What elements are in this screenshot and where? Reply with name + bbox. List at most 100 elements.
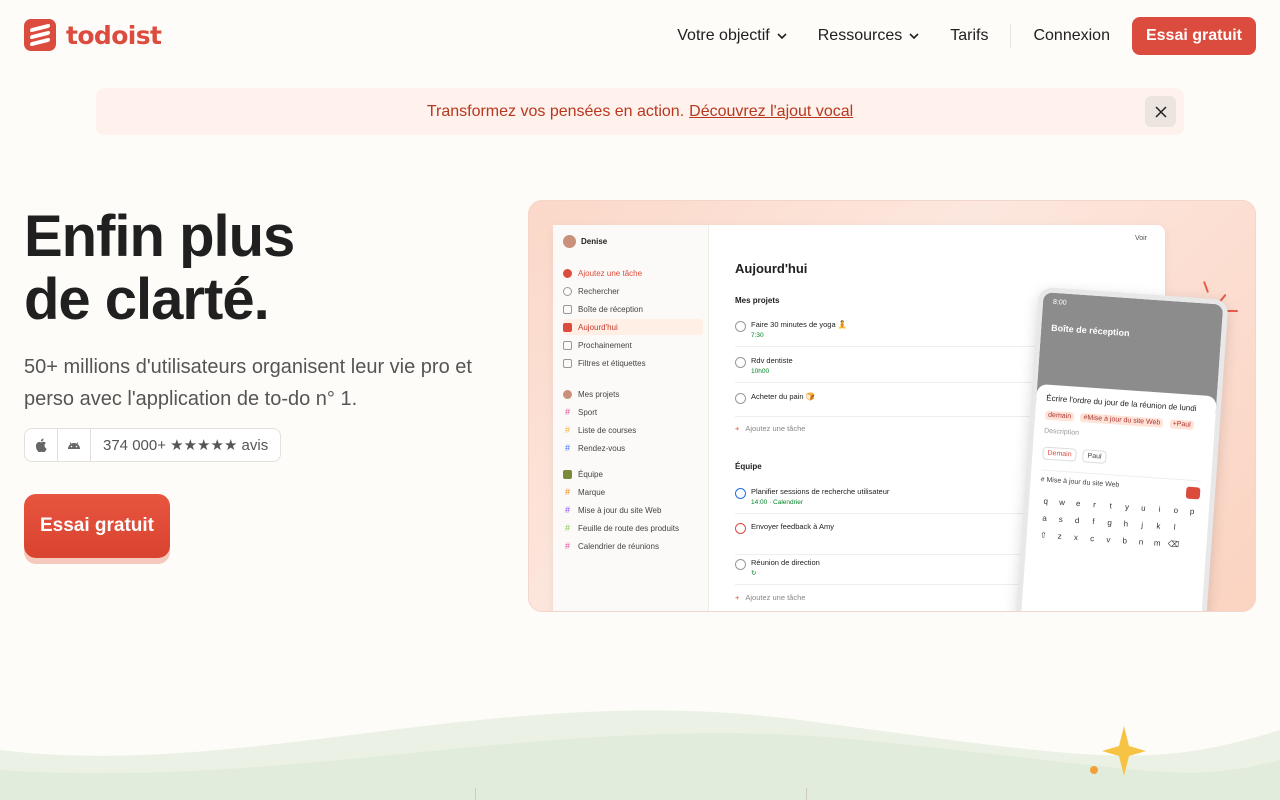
- banner-close-button[interactable]: [1145, 96, 1176, 127]
- sidebar-item-label: Marque: [578, 487, 606, 497]
- green-wave-decoration: [0, 710, 1280, 800]
- sidebar-item-label: Sport: [578, 407, 598, 417]
- key: q: [1043, 496, 1049, 506]
- sidebar-item-label: Calendrier de réunions: [578, 541, 659, 551]
- sidebar-project: # Sport: [563, 404, 703, 420]
- task-checkbox-icon: [735, 488, 746, 499]
- inbox-icon: [563, 304, 572, 314]
- nav-ressources[interactable]: Ressources: [818, 27, 920, 45]
- key: z: [1057, 531, 1062, 541]
- nav-votre-objectif[interactable]: Votre objectif: [677, 27, 788, 45]
- main-nav: Votre objectif Ressources Tarifs Connexi…: [677, 17, 1256, 55]
- todoist-logo-icon: [24, 19, 56, 51]
- sidebar-item-inbox: Boîte de réception: [563, 301, 703, 317]
- android-store-link[interactable]: [58, 429, 91, 461]
- send-icon: [1185, 486, 1201, 500]
- sidebar-item-label: Ajoutez une tâche: [578, 268, 643, 278]
- key: c: [1089, 533, 1095, 544]
- banner-link[interactable]: Découvrez l'ajout vocal: [689, 103, 853, 121]
- plus-icon: +: [735, 593, 740, 602]
- task-checkbox-icon: [735, 321, 746, 332]
- key: p: [1189, 506, 1195, 517]
- hero-title-line1: Enfin plus: [24, 204, 295, 269]
- key: g: [1107, 518, 1113, 528]
- key: t: [1109, 501, 1113, 511]
- hash-icon: #: [564, 541, 570, 551]
- quick-add-card: Écrire l'ordre du jour de la réunion de …: [1019, 383, 1217, 611]
- add-task-link: + Ajoutez une tâche: [735, 424, 805, 433]
- quick-add-chips: Demain Paul: [1042, 446, 1203, 470]
- hero-title: Enfin plus de clarté.: [24, 204, 295, 332]
- team-icon: [563, 469, 572, 479]
- view-button: Voir: [1134, 235, 1147, 242]
- phone-time: 8:00: [1052, 298, 1067, 307]
- key: a: [1042, 513, 1048, 523]
- sidebar-project: # Rendez-vous: [563, 440, 703, 456]
- mobile-app-preview: 8:00 Boîte de réception Écrire l'ordre d…: [1015, 286, 1229, 611]
- sidebar-item-label: Prochainement: [578, 340, 632, 350]
- quick-add-tag: #Mise à jour du site Web: [1080, 413, 1164, 428]
- hash-icon: #: [564, 523, 570, 533]
- sparkle-decoration: [1226, 310, 1238, 312]
- sidebar-item-label: Liste de courses: [578, 425, 637, 435]
- hero-title-line2: de clarté.: [24, 267, 270, 332]
- close-icon: [1154, 105, 1167, 118]
- sidebar-item-add-task: Ajoutez une tâche: [563, 265, 703, 281]
- app-ratings: 374 000+ ★★★★★ avis: [24, 428, 282, 462]
- chevron-down-icon: [777, 33, 787, 40]
- key: y: [1124, 502, 1130, 512]
- header-trial-button[interactable]: Essai gratuit: [1131, 17, 1256, 55]
- phone-keyboard: q w e r t y u i o p a s d f g h j k l ⇧: [1036, 494, 1199, 553]
- section-header: Équipe: [735, 462, 762, 471]
- nav-divider: [1010, 24, 1012, 48]
- plus-icon: [563, 268, 572, 278]
- task-checkbox-icon: [735, 393, 746, 404]
- login-link[interactable]: Connexion: [1033, 27, 1110, 45]
- add-task-label: Ajoutez une tâche: [745, 424, 806, 433]
- sidebar-item-label: Filtres et étiquettes: [578, 358, 646, 368]
- site-header: todoist Votre objectif Ressources Tarifs…: [0, 0, 1280, 72]
- task-checkbox-icon: [735, 523, 746, 534]
- key: d: [1074, 515, 1080, 526]
- task-checkbox-icon: [735, 357, 746, 368]
- sidebar-item-label: Équipe: [578, 469, 603, 479]
- filters-icon: [563, 358, 572, 368]
- key: s: [1058, 514, 1064, 525]
- projects-avatar-icon: [563, 389, 572, 399]
- key: v: [1106, 535, 1111, 545]
- sidebar-project: # Feuille de route des produits: [563, 520, 703, 536]
- key: x: [1073, 532, 1079, 543]
- sidebar-project: # Calendrier de réunions: [563, 538, 703, 554]
- sidebar-project: # Mise à jour du site Web: [563, 502, 703, 518]
- calendar-icon: [563, 340, 572, 350]
- quote-divider: [806, 788, 807, 800]
- section-header: Mes projets: [735, 296, 780, 305]
- key: r: [1092, 500, 1097, 510]
- quote-divider: [475, 788, 476, 800]
- hero-trial-button[interactable]: Essai gratuit: [24, 494, 170, 558]
- task-checkbox-icon: [735, 559, 746, 570]
- calendar-today-icon: [563, 322, 572, 332]
- android-icon: [68, 442, 80, 449]
- sidebar-item-today: Aujourd'hui: [563, 319, 703, 335]
- add-task-label: Ajoutez une tâche: [745, 593, 806, 602]
- nav-label: Ressources: [817, 27, 903, 44]
- sidebar-item-filters: Filtres et étiquettes: [563, 355, 703, 371]
- hash-icon: #: [564, 425, 570, 435]
- logo[interactable]: todoist: [24, 19, 162, 51]
- sparkle-decoration: [1203, 281, 1209, 293]
- nav-tarifs[interactable]: Tarifs: [950, 27, 988, 45]
- key: j: [1140, 520, 1144, 530]
- key: e: [1075, 498, 1081, 509]
- quick-add-tag: +Paul: [1169, 419, 1195, 430]
- key: o: [1173, 505, 1179, 516]
- sidebar-item-label: Rendez-vous: [578, 443, 626, 453]
- key: ⌫: [1167, 539, 1180, 550]
- sidebar-team-header: Équipe: [563, 466, 703, 482]
- apple-store-link[interactable]: [25, 429, 58, 461]
- sidebar-item-label: Mise à jour du site Web: [578, 505, 662, 515]
- key: [1184, 522, 1198, 537]
- view-title: Aujourd'hui: [735, 261, 808, 276]
- quick-add-tag: demain: [1044, 410, 1075, 422]
- apple-icon: [35, 438, 47, 452]
